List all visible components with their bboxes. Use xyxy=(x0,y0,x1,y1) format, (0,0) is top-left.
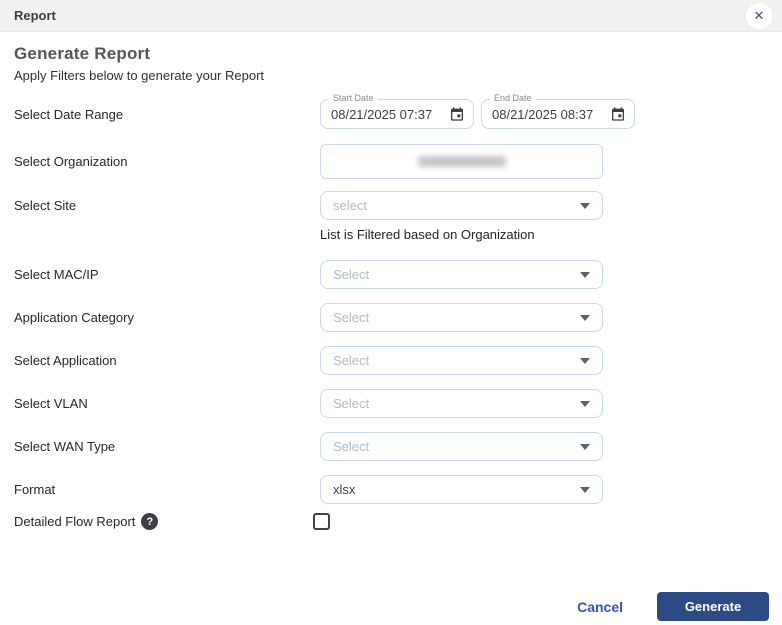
end-date-calendar-icon[interactable] xyxy=(610,106,626,122)
format-value: xlsx xyxy=(333,482,355,497)
application-category-control: Select xyxy=(320,303,603,332)
application-chevron-down-icon xyxy=(580,358,590,364)
row-application: Select Application Select xyxy=(14,346,768,375)
help-icon[interactable]: ? xyxy=(141,513,158,530)
mac-ip-label: Select MAC/IP xyxy=(14,267,320,282)
close-button[interactable]: ✕ xyxy=(746,3,772,29)
date-range-controls: Start Date 08/21/2025 07:37 End Date 08/… xyxy=(320,99,635,129)
generate-report-modal: Report ✕ Generate Report Apply Filters b… xyxy=(0,0,782,625)
format-label: Format xyxy=(14,482,320,497)
modal-header-title: Report xyxy=(14,8,56,23)
row-vlan: Select VLAN Select xyxy=(14,389,768,418)
wan-type-chevron-down-icon xyxy=(580,444,590,450)
organization-redacted-value xyxy=(418,156,506,167)
application-dropdown[interactable]: Select xyxy=(320,346,603,375)
detailed-flow-report-control xyxy=(320,513,603,530)
vlan-placeholder: Select xyxy=(333,396,369,411)
row-wan-type: Select WAN Type Select xyxy=(14,432,768,461)
mac-ip-dropdown[interactable]: Select xyxy=(320,260,603,289)
organization-label: Select Organization xyxy=(14,154,320,169)
detailed-flow-report-checkbox[interactable] xyxy=(313,513,330,530)
row-site: Select Site select xyxy=(14,191,768,220)
row-date-range: Select Date Range Start Date 08/21/2025 … xyxy=(14,99,768,129)
application-category-dropdown[interactable]: Select xyxy=(320,303,603,332)
modal-header: Report ✕ xyxy=(0,0,782,32)
row-format: Format xlsx xyxy=(14,475,768,504)
end-date-floating-label: End Date xyxy=(490,93,536,103)
wan-type-dropdown[interactable]: Select xyxy=(320,432,603,461)
end-date-field[interactable]: End Date 08/21/2025 08:37 xyxy=(481,99,635,129)
wan-type-label: Select WAN Type xyxy=(14,439,320,454)
row-application-category: Application Category Select xyxy=(14,303,768,332)
vlan-dropdown[interactable]: Select xyxy=(320,389,603,418)
detailed-flow-report-label-wrap: Detailed Flow Report ? xyxy=(14,513,320,530)
organization-control xyxy=(320,144,603,179)
mac-ip-control: Select xyxy=(320,260,603,289)
page-title: Generate Report xyxy=(14,44,768,64)
page-subtitle: Apply Filters below to generate your Rep… xyxy=(14,68,768,83)
row-site-note: List is Filtered based on Organization xyxy=(14,227,768,242)
start-date-value: 08/21/2025 07:37 xyxy=(331,107,449,122)
wan-type-control: Select xyxy=(320,432,603,461)
modal-content: Generate Report Apply Filters below to g… xyxy=(0,32,782,530)
detailed-flow-report-label: Detailed Flow Report xyxy=(14,514,135,529)
generate-button[interactable]: Generate xyxy=(657,592,769,621)
site-note: List is Filtered based on Organization xyxy=(320,227,768,242)
application-category-placeholder: Select xyxy=(333,310,369,325)
application-category-label: Application Category xyxy=(14,310,320,325)
site-placeholder: select xyxy=(333,198,367,213)
organization-input[interactable] xyxy=(320,144,603,179)
site-control: select xyxy=(320,191,603,220)
site-dropdown[interactable]: select xyxy=(320,191,603,220)
site-chevron-down-icon xyxy=(580,203,590,209)
date-range-label: Select Date Range xyxy=(14,107,320,122)
vlan-label: Select VLAN xyxy=(14,396,320,411)
modal-footer: Cancel Generate xyxy=(577,592,769,621)
start-date-field[interactable]: Start Date 08/21/2025 07:37 xyxy=(320,99,474,129)
report-filter-form: Select Date Range Start Date 08/21/2025 … xyxy=(14,99,768,530)
application-control: Select xyxy=(320,346,603,375)
vlan-chevron-down-icon xyxy=(580,401,590,407)
cancel-button[interactable]: Cancel xyxy=(577,599,623,615)
row-detailed-flow-report: Detailed Flow Report ? xyxy=(14,513,768,530)
start-date-calendar-icon[interactable] xyxy=(449,106,465,122)
wan-type-placeholder: Select xyxy=(333,439,369,454)
row-mac-ip: Select MAC/IP Select xyxy=(14,260,768,289)
close-icon: ✕ xyxy=(754,9,765,22)
format-chevron-down-icon xyxy=(580,487,590,493)
mac-ip-placeholder: Select xyxy=(333,267,369,282)
format-control: xlsx xyxy=(320,475,603,504)
row-organization: Select Organization xyxy=(14,144,768,179)
application-label: Select Application xyxy=(14,353,320,368)
format-dropdown[interactable]: xlsx xyxy=(320,475,603,504)
end-date-value: 08/21/2025 08:37 xyxy=(492,107,610,122)
start-date-floating-label: Start Date xyxy=(329,93,378,103)
vlan-control: Select xyxy=(320,389,603,418)
application-category-chevron-down-icon xyxy=(580,315,590,321)
site-label: Select Site xyxy=(14,198,320,213)
mac-ip-chevron-down-icon xyxy=(580,272,590,278)
application-placeholder: Select xyxy=(333,353,369,368)
